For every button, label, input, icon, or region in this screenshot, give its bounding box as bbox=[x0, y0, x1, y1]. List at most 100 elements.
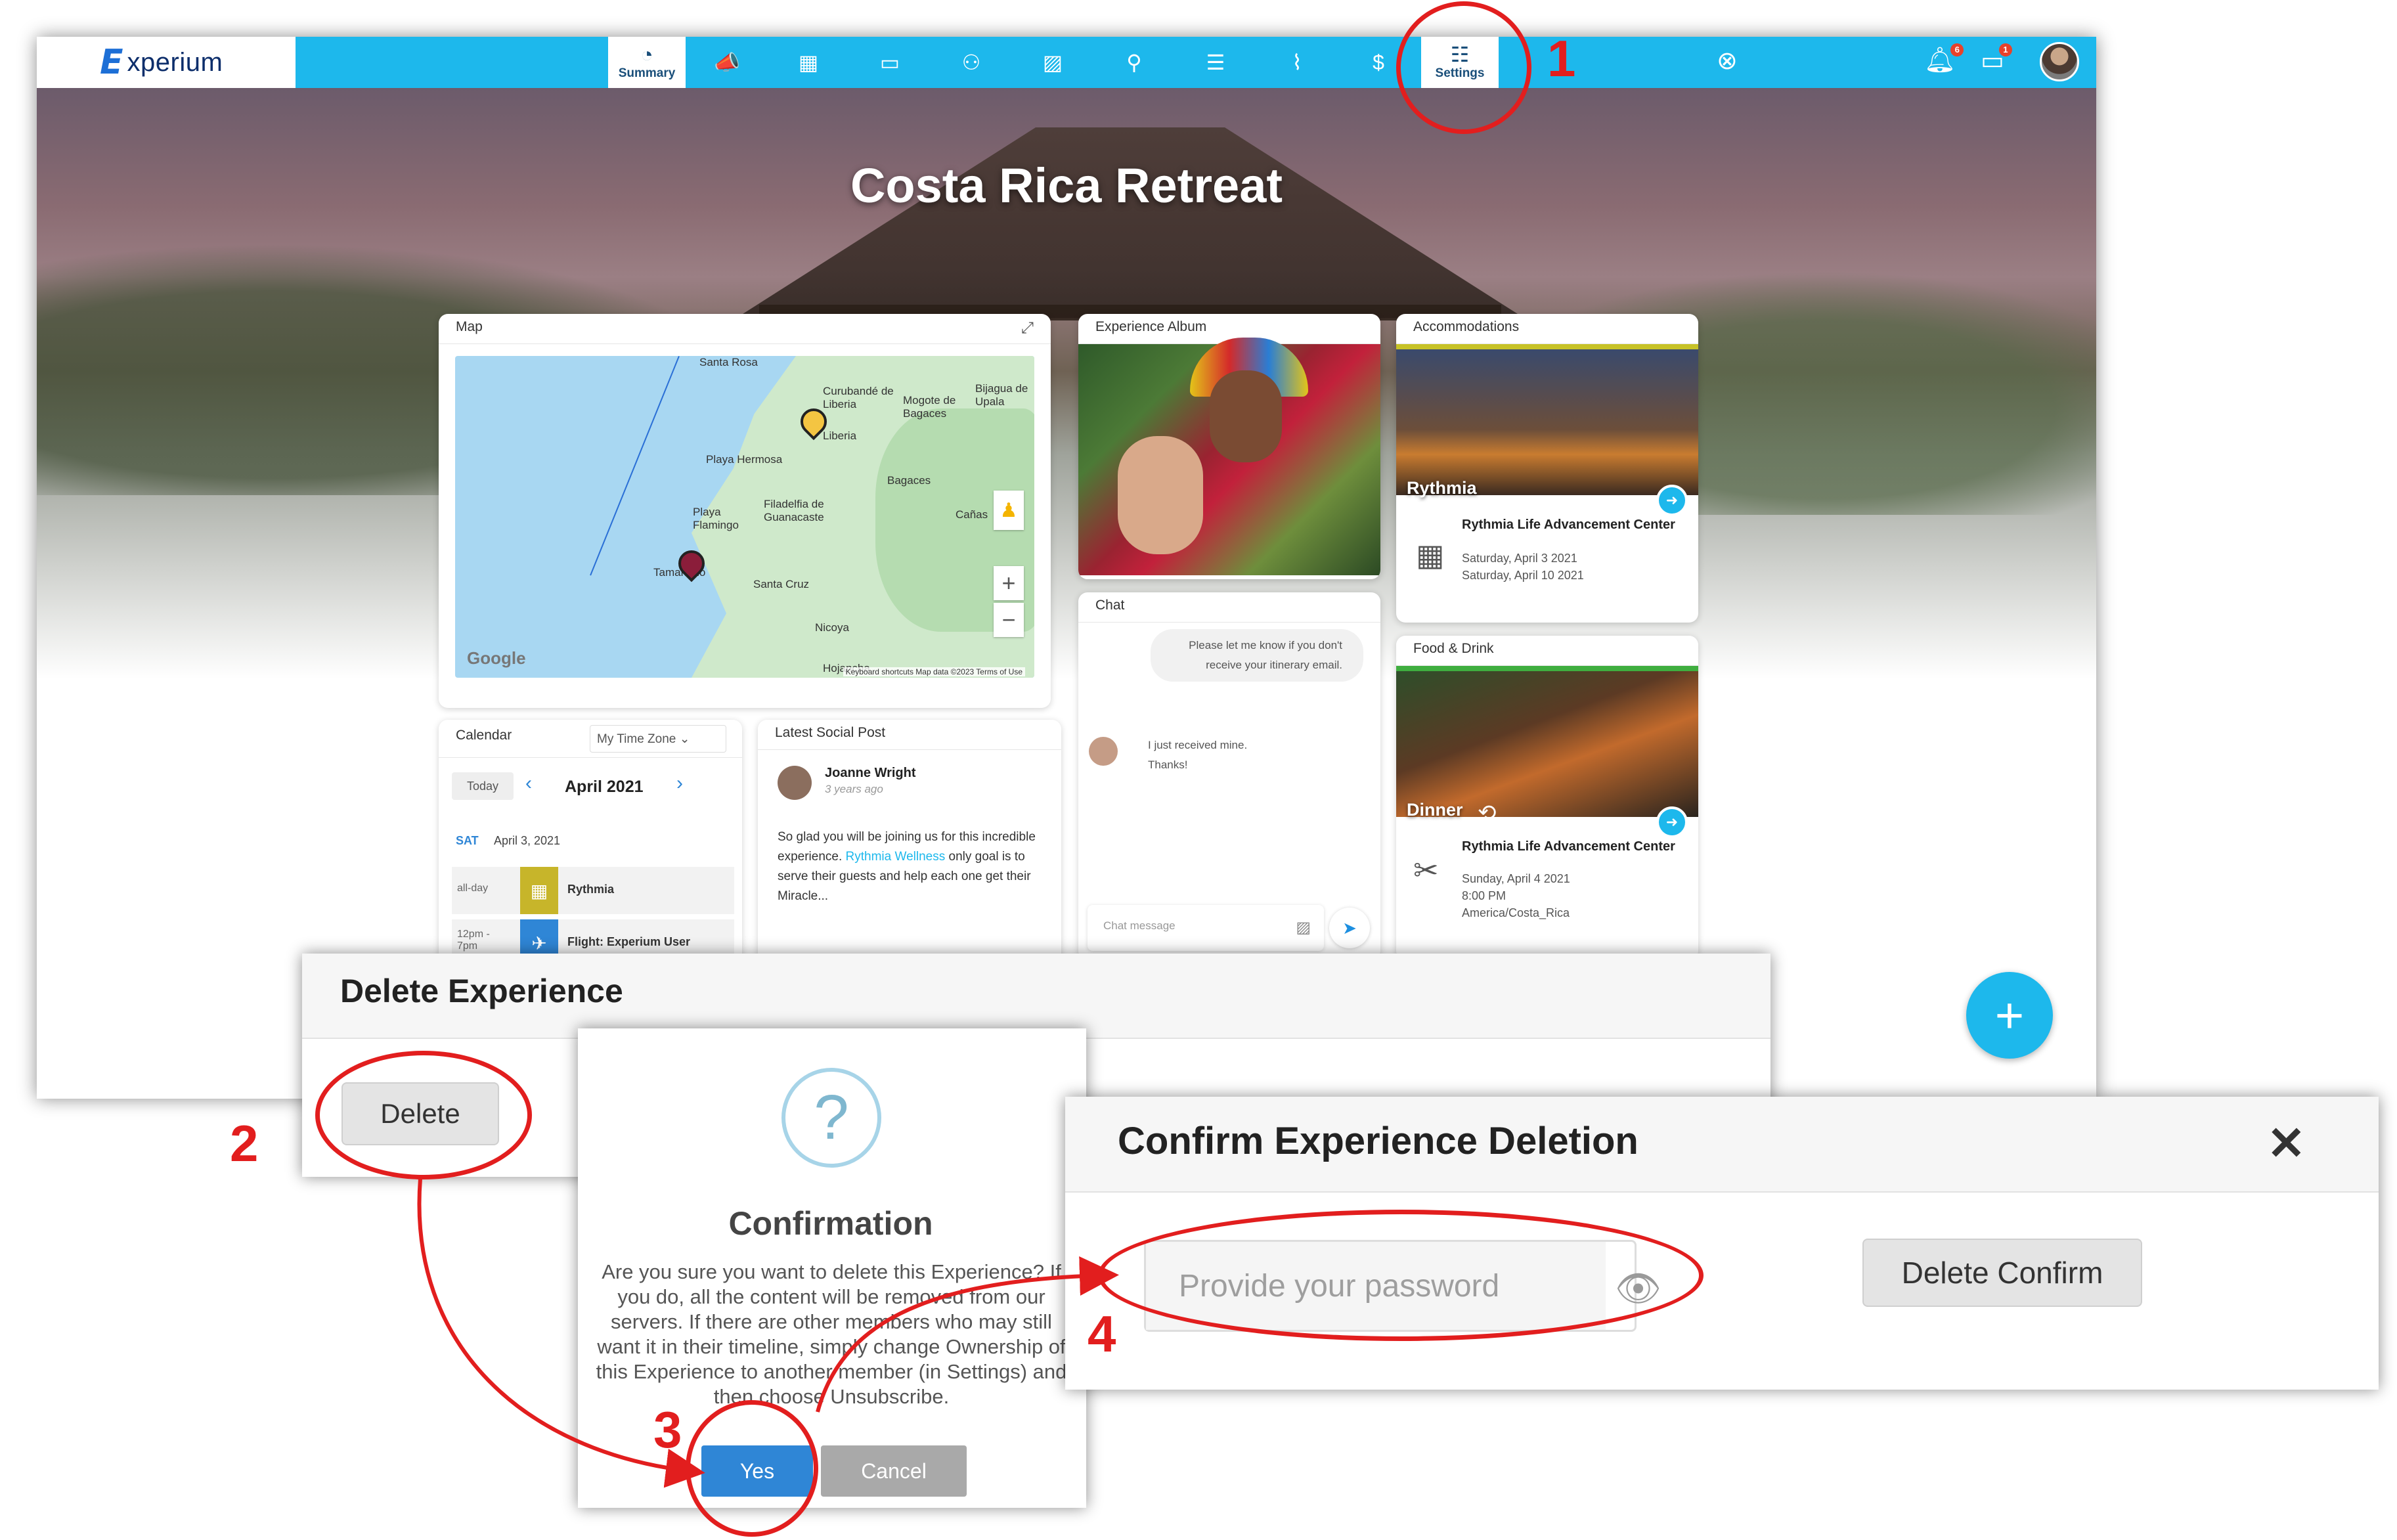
chevron-right-icon[interactable]: › bbox=[676, 772, 683, 795]
map-label: Playa Hermosa bbox=[706, 453, 783, 466]
food-venue: Rythmia Life Advancement Center bbox=[1462, 839, 1675, 854]
confirmation-message: Are you sure you want to delete this Exp… bbox=[596, 1260, 1067, 1408]
album-photo[interactable] bbox=[1078, 338, 1380, 575]
author-avatar bbox=[778, 766, 812, 800]
map-label: Liberia bbox=[823, 429, 857, 442]
recurring-icon: ⟲ bbox=[1478, 801, 1497, 825]
image-icon[interactable]: ▨ bbox=[1296, 918, 1311, 937]
directions-icon[interactable]: ➜ bbox=[1656, 485, 1688, 516]
zoom-out-button[interactable]: − bbox=[994, 603, 1024, 637]
zoom-in-button[interactable]: + bbox=[994, 566, 1024, 600]
map-view[interactable]: Santa Rosa Curubandé de Liberia Mogote d… bbox=[455, 356, 1034, 678]
step-number: 4 bbox=[1088, 1305, 1116, 1363]
map-card: Map ⤢ Santa Rosa Curubandé de Liberia Mo… bbox=[439, 314, 1051, 708]
calendar-month: April 2021 bbox=[565, 778, 644, 796]
accommodation-checkout: Saturday, April 10 2021 bbox=[1462, 569, 1584, 582]
confirmation-title: Confirmation bbox=[728, 1205, 933, 1242]
food-date: Sunday, April 4 2021 bbox=[1462, 872, 1570, 885]
food-card: Food & Drink Dinner ⟲ ➜ ✂ Rythmia Life A… bbox=[1396, 636, 1698, 960]
street-view-icon[interactable]: ♟ bbox=[994, 491, 1024, 530]
calendar-date: April 3, 2021 bbox=[494, 834, 561, 847]
chat-message: Please let me know if you don't receive … bbox=[1151, 629, 1363, 682]
highlight-settings bbox=[1396, 1, 1531, 134]
experium-logo[interactable]: E xperium bbox=[37, 37, 296, 88]
nav-calendar[interactable]: ▦ bbox=[770, 37, 847, 88]
accommodation-photo[interactable]: Rythmia bbox=[1396, 344, 1698, 498]
nav-locations[interactable]: ⚲ bbox=[1095, 37, 1173, 88]
map-label: Curubandé de Liberia bbox=[823, 385, 894, 410]
hotel-icon: ▦ bbox=[1416, 538, 1445, 572]
post-text: So glad you will be joining us for this … bbox=[778, 830, 1036, 903]
map-label: Bagaces bbox=[887, 474, 931, 487]
people-icon: ⚇ bbox=[961, 51, 981, 74]
social-card-title: Latest Social Post bbox=[758, 720, 1061, 750]
hotel-icon: ▦ bbox=[520, 867, 558, 914]
gauge-icon: ◔ bbox=[640, 43, 653, 66]
utensils-icon: ✂ bbox=[1413, 853, 1439, 887]
highlight-password bbox=[1098, 1210, 1704, 1341]
accommodations-card-title: Accommodations bbox=[1396, 314, 1698, 344]
today-button[interactable]: Today bbox=[452, 772, 514, 800]
post-link[interactable]: Rythmia Wellness bbox=[846, 850, 946, 864]
close-experience-icon[interactable]: ⊗ bbox=[1717, 46, 1738, 76]
map-label: Santa Cruz bbox=[753, 578, 810, 590]
bell-icon[interactable]: 🔔︎ 6 bbox=[1924, 43, 1964, 75]
cancel-button[interactable]: Cancel bbox=[821, 1445, 967, 1497]
messages-icon[interactable]: ▭ 1 bbox=[1981, 43, 2012, 76]
experience-title: Costa Rica Retreat bbox=[850, 158, 1283, 213]
post-time: 3 years ago bbox=[825, 783, 883, 795]
map-label: Mogote de Bagaces bbox=[903, 394, 956, 420]
nav-attachments[interactable]: ⌇ bbox=[1258, 37, 1336, 88]
user-avatar[interactable] bbox=[2040, 42, 2079, 81]
calendar-day: SAT bbox=[456, 834, 479, 847]
map-footer[interactable]: Keyboard shortcuts Map data ©2023 Terms … bbox=[843, 667, 1025, 676]
food-photo[interactable]: Dinner ⟲ bbox=[1396, 666, 1698, 825]
map-label: Nicoya bbox=[815, 621, 849, 634]
step-number: 1 bbox=[1547, 30, 1576, 87]
money-icon: $ bbox=[1373, 51, 1384, 74]
directions-icon[interactable]: ➜ bbox=[1656, 806, 1688, 838]
food-time: 8:00 PM bbox=[1462, 889, 1506, 902]
expand-icon[interactable]: ⤢ bbox=[1021, 319, 1034, 338]
map-label: Filadelfia de Guanacaste bbox=[764, 498, 824, 523]
step-number: 2 bbox=[230, 1114, 259, 1172]
accommodation-checkin: Saturday, April 3 2021 bbox=[1462, 552, 1577, 565]
map-card-title: Map bbox=[439, 314, 1051, 344]
app-screen: E xperium ◔ Summary 📣 ▦ ▭ ⚇ ▨ ⚲ ☰ ⌇ $ ☷ … bbox=[37, 37, 2096, 1099]
photo-icon: ▨ bbox=[1042, 51, 1063, 74]
nav-announcements[interactable]: 📣 bbox=[688, 37, 766, 88]
list-icon: ☰ bbox=[1206, 51, 1225, 74]
nav-photos[interactable]: ▨ bbox=[1014, 37, 1091, 88]
add-button[interactable]: + bbox=[1966, 972, 2053, 1059]
send-button[interactable]: ➤ bbox=[1329, 908, 1370, 948]
accommodation-venue: Rythmia Life Advancement Center bbox=[1462, 517, 1675, 532]
route-line bbox=[590, 356, 680, 576]
map-label: Playa Flamingo bbox=[693, 506, 739, 531]
chevron-left-icon[interactable]: ‹ bbox=[525, 772, 532, 795]
top-nav-bar: E xperium ◔ Summary 📣 ▦ ▭ ⚇ ▨ ⚲ ☰ ⌇ $ ☷ … bbox=[37, 37, 2096, 88]
google-logo: Google bbox=[467, 648, 526, 668]
nav-chat[interactable]: ▭ bbox=[851, 37, 929, 88]
accommodations-card: Accommodations Rythmia ➜ ▦ Rythmia Life … bbox=[1396, 314, 1698, 623]
chat-message: I just received mine. Thanks! bbox=[1131, 732, 1282, 779]
delete-confirm-button[interactable]: Delete Confirm bbox=[1862, 1239, 2142, 1307]
chat-icon: ▭ bbox=[879, 51, 900, 74]
map-label: Santa Rosa bbox=[699, 356, 758, 368]
timezone-select[interactable]: My Time Zone ⌄ bbox=[590, 725, 726, 753]
chat-input[interactable]: Chat message ▨ bbox=[1088, 905, 1324, 951]
highlight-delete bbox=[315, 1051, 532, 1179]
chat-card: Chat Please let me know if you don't rec… bbox=[1078, 592, 1380, 960]
step-number: 3 bbox=[653, 1401, 682, 1459]
close-icon[interactable]: ✕ bbox=[2267, 1116, 2306, 1170]
nav-people[interactable]: ⚇ bbox=[933, 37, 1010, 88]
chevron-down-icon: ⌄ bbox=[679, 732, 690, 746]
delete-experience-title: Delete Experience bbox=[340, 973, 623, 1009]
food-caption: Dinner bbox=[1407, 800, 1463, 820]
calendar-event[interactable]: all-day ▦ Rythmia bbox=[452, 867, 734, 914]
chat-card-title: Chat bbox=[1078, 592, 1380, 623]
nav-list[interactable]: ☰ bbox=[1177, 37, 1254, 88]
post-author: Joanne Wright bbox=[825, 766, 916, 780]
location-icon: ⚲ bbox=[1126, 51, 1142, 74]
nav-summary[interactable]: ◔ Summary bbox=[608, 37, 686, 88]
highlight-yes bbox=[686, 1400, 818, 1537]
